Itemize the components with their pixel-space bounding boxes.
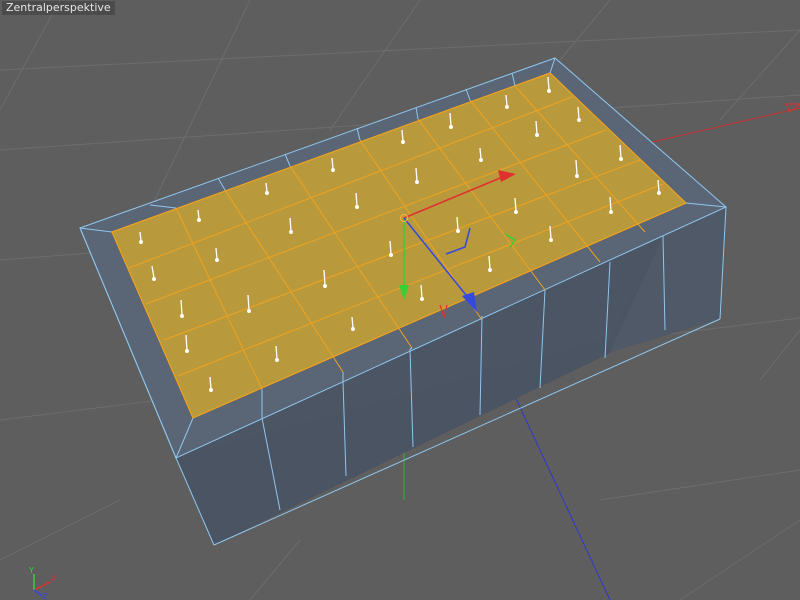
viewport-scene[interactable] bbox=[0, 0, 800, 600]
axis-label-y: Y bbox=[28, 566, 34, 575]
axis-orientation-icon: X Y Z bbox=[28, 566, 57, 600]
axis-label-z: Z bbox=[42, 592, 48, 600]
3d-viewport[interactable]: Zentralperspektive X Y Z bbox=[0, 0, 800, 600]
viewport-title[interactable]: Zentralperspektive bbox=[2, 1, 115, 15]
axis-label-x: X bbox=[51, 574, 57, 583]
